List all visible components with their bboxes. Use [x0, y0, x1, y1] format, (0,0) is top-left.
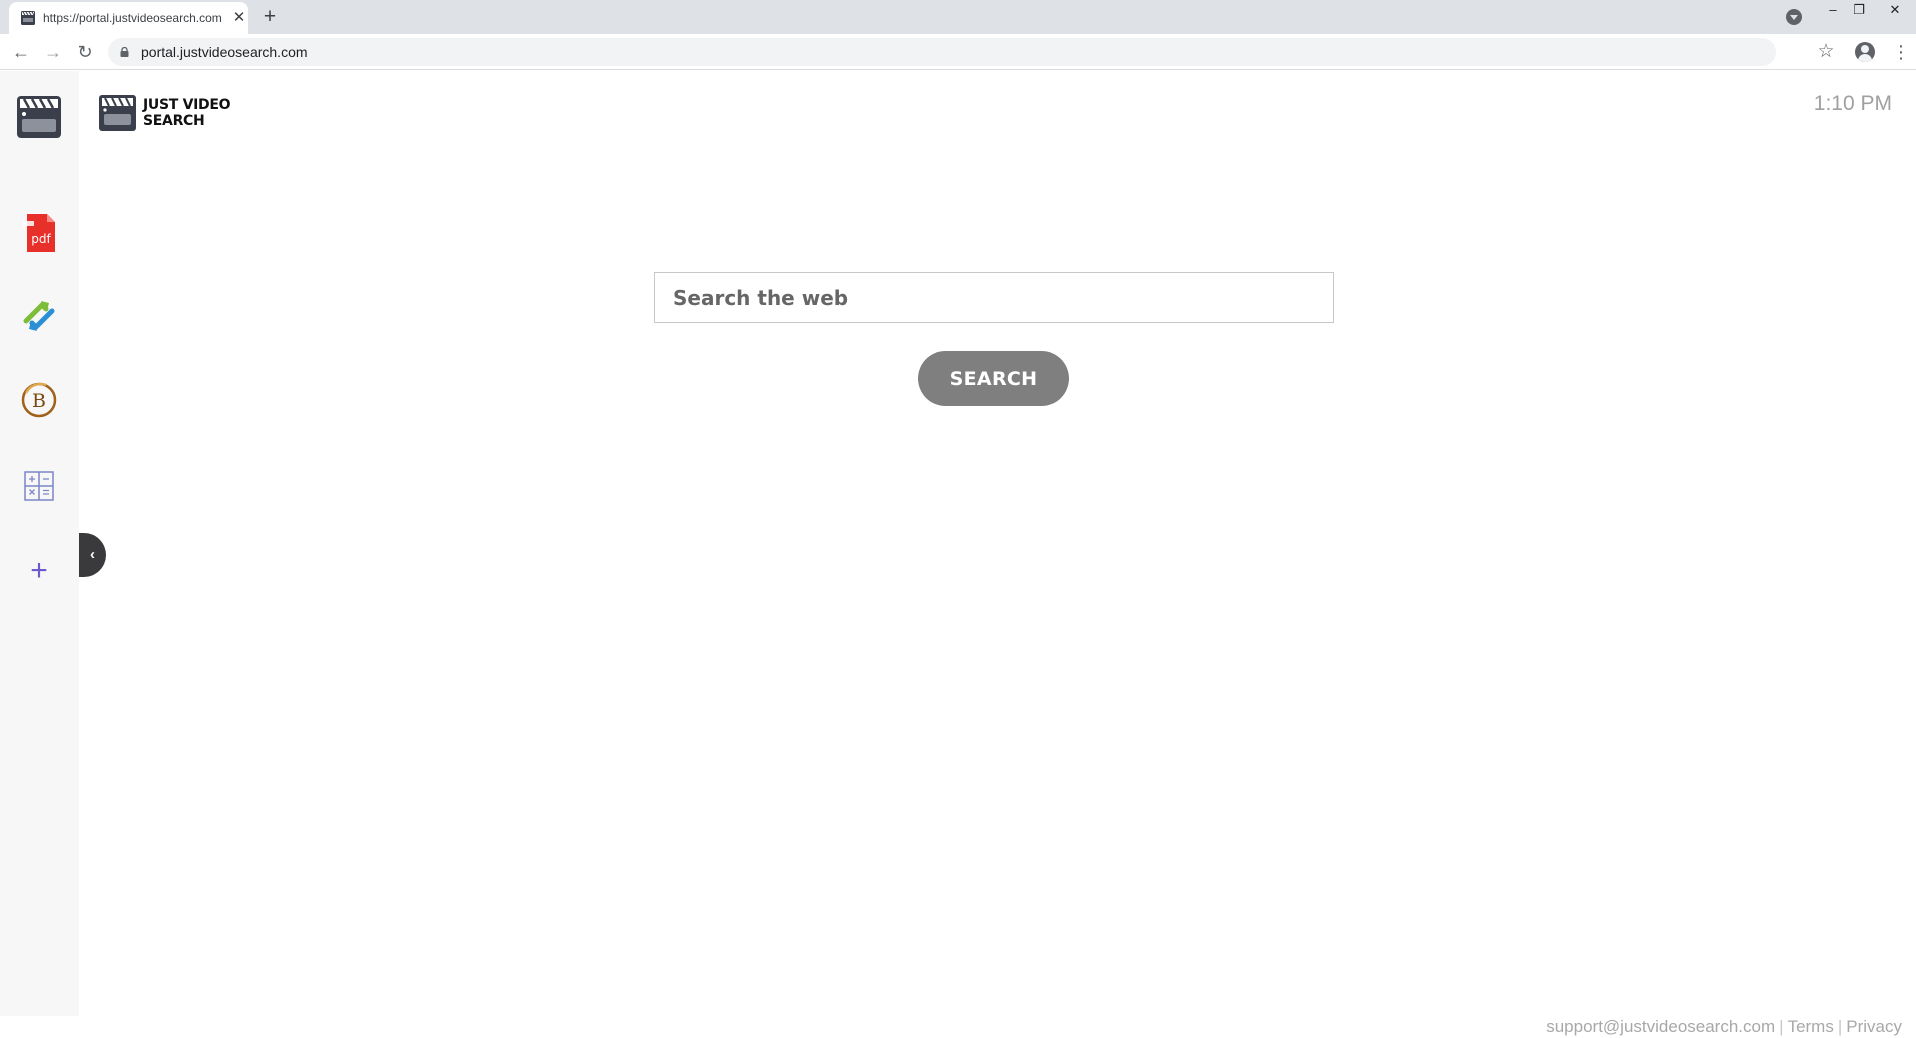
forward-button[interactable]: → — [43, 42, 63, 62]
search-button[interactable]: SEARCH — [918, 351, 1069, 406]
sidebar-collapse-button[interactable]: ‹ — [79, 533, 106, 577]
footer: support@justvideosearch.com | Terms | Privac… — [1400, 1017, 1902, 1037]
calculator-grid-icon — [24, 471, 54, 501]
window-restore-button[interactable]: ❐ — [1846, 0, 1872, 20]
back-button[interactable]: ← — [11, 42, 31, 62]
terms-link[interactable]: Terms — [1788, 1017, 1834, 1036]
browser-toolbar: ← → ↻ portal.justvideosearch.com ☆ ⋮ — [0, 34, 1916, 70]
pdf-icon-label: pdf — [31, 232, 51, 246]
pdf-icon: pdf — [23, 214, 55, 252]
bitcoin-b-letter: B — [32, 390, 46, 412]
logo-text: Just Video Search — [143, 97, 238, 129]
logo-line-1: Just Video — [143, 97, 231, 113]
support-email-link[interactable]: support@justvideosearch.com — [1546, 1017, 1775, 1036]
site-logo[interactable]: Just Video Search — [98, 94, 238, 134]
address-bar[interactable]: portal.justvideosearch.com — [108, 38, 1776, 66]
new-tab-button[interactable]: + — [258, 6, 282, 27]
tab-close-icon[interactable]: ✕ — [231, 10, 247, 26]
sidebar: pdf B + — [0, 71, 79, 1016]
logo-line-2: Search — [143, 113, 205, 129]
convert-arrows-icon — [23, 301, 55, 331]
window-close-button[interactable]: ✕ — [1882, 0, 1908, 20]
reload-button[interactable]: ↻ — [75, 42, 95, 62]
browser-tabstrip: https://portal.justvideosearch.com ✕ + –… — [0, 0, 1916, 34]
url-text: portal.justvideosearch.com — [141, 44, 308, 60]
clock: 1:10 PM — [1813, 92, 1892, 115]
footer-divider: | — [1837, 1017, 1843, 1036]
lock-icon — [120, 47, 129, 57]
window-minimize-button[interactable]: – — [1820, 0, 1846, 20]
browser-tab-active[interactable]: https://portal.justvideosearch.com ✕ — [9, 2, 248, 34]
clapperboard-icon — [21, 11, 35, 25]
sidebar-item-crypto[interactable]: B — [14, 375, 64, 425]
account-icon[interactable] — [1855, 42, 1875, 62]
privacy-link[interactable]: Privacy — [1846, 1017, 1902, 1036]
profile-dropdown-icon[interactable] — [1786, 9, 1802, 25]
clapperboard-icon — [99, 95, 136, 131]
plus-icon: + — [30, 554, 48, 587]
sidebar-item-converter[interactable] — [14, 291, 64, 341]
clapperboard-icon — [17, 96, 61, 138]
search-input[interactable] — [654, 272, 1334, 323]
sidebar-item-home[interactable] — [14, 92, 64, 142]
footer-divider: | — [1779, 1017, 1784, 1036]
sidebar-item-calculator[interactable] — [14, 461, 64, 511]
browser-menu-icon[interactable]: ⋮ — [1892, 41, 1910, 63]
bitcoin-b-icon: B — [21, 382, 57, 418]
tab-title: https://portal.justvideosearch.com — [43, 11, 222, 25]
bookmark-star-icon[interactable]: ☆ — [1815, 41, 1837, 63]
sidebar-add-button[interactable]: + — [14, 546, 64, 596]
sidebar-item-pdf[interactable]: pdf — [14, 208, 64, 258]
